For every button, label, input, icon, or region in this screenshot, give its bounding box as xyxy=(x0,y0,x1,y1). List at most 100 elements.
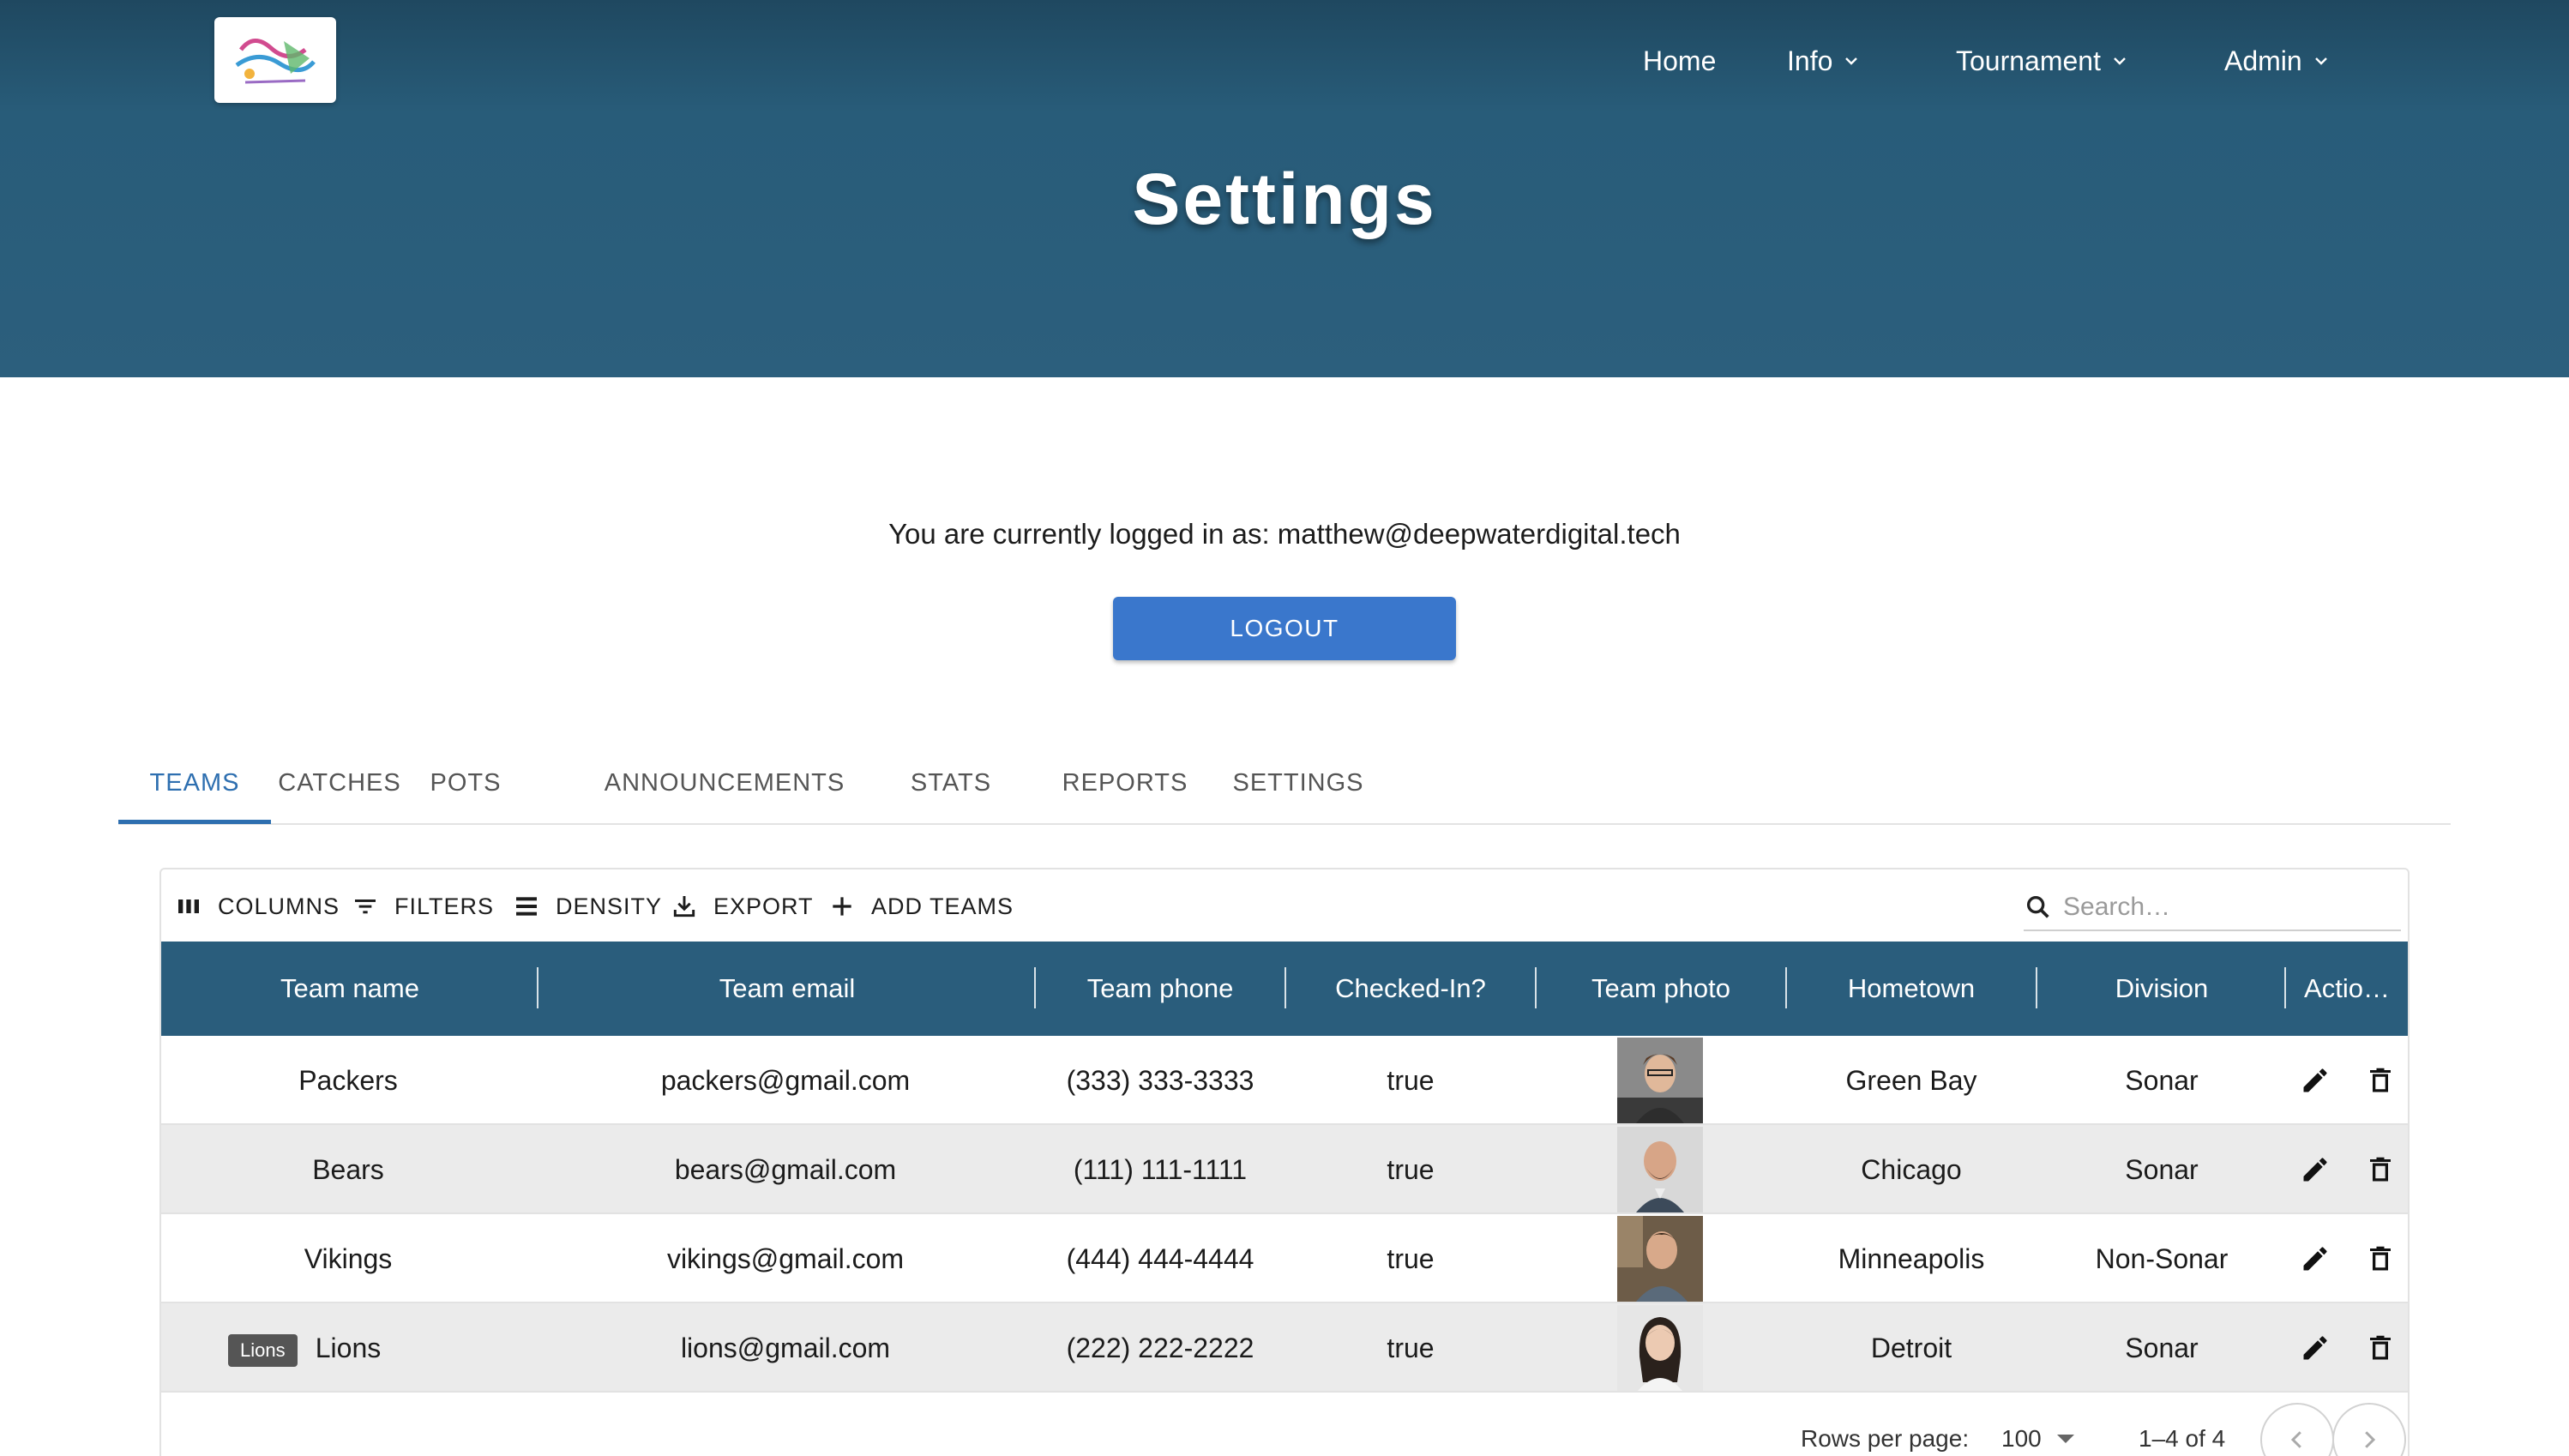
delete-button[interactable] xyxy=(2365,1333,2396,1363)
chevron-down-icon xyxy=(1845,57,1858,65)
filters-label: FILTERS xyxy=(394,893,495,919)
tab-reports[interactable]: REPORTS xyxy=(1053,755,1197,825)
columns-icon xyxy=(178,899,199,913)
add-teams-button[interactable]: ADD TEAMS xyxy=(828,892,1014,921)
column-header-team-email[interactable]: Team email xyxy=(538,942,1036,1036)
cell-checked-in: true xyxy=(1387,1333,1435,1363)
active-tab-indicator xyxy=(118,820,271,824)
tab-announcements[interactable]: ANNOUNCEMENTS xyxy=(600,755,849,825)
cell-team-name: Vikings xyxy=(304,1243,393,1274)
pencil-icon xyxy=(2303,1158,2327,1182)
column-header-checked-in[interactable]: Checked-In? xyxy=(1286,942,1535,1036)
cell-division: Sonar xyxy=(2125,1333,2199,1363)
rows-per-page-label: Rows per page: xyxy=(1801,1425,1970,1452)
export-label: EXPORT xyxy=(713,893,814,919)
logged-in-message: You are currently logged in as: matthew@… xyxy=(888,518,1681,550)
tab-pots[interactable]: POTS xyxy=(408,755,523,825)
columns-label: COLUMNS xyxy=(218,893,340,919)
logo-image xyxy=(224,24,327,96)
nav-admin-label: Admin xyxy=(2224,45,2302,76)
columns-button[interactable]: COLUMNS xyxy=(175,892,340,921)
team-photo xyxy=(1617,1216,1703,1302)
pagination-range: 1–4 of 4 xyxy=(2139,1425,2226,1452)
cell-hometown: Minneapolis xyxy=(1838,1243,1985,1274)
nav-tournament-label: Tournament xyxy=(1956,45,2101,76)
rows-per-page-select[interactable]: 100 xyxy=(2001,1425,2074,1453)
nav-tournament-menu[interactable]: Tournament xyxy=(1956,41,2128,81)
next-page-button[interactable] xyxy=(2332,1403,2406,1456)
cell-team-phone: (222) 222-2222 xyxy=(1066,1333,1254,1363)
teams-data-grid: COLUMNS FILTERS DENSITY EXPORT ADD TEAMS… xyxy=(159,868,2410,1456)
cell-team-email: bears@gmail.com xyxy=(674,1154,897,1185)
nav-info-label: Info xyxy=(1787,45,1833,76)
tab-catches[interactable]: CATCHES xyxy=(271,755,408,825)
chevron-left-icon xyxy=(2290,1431,2301,1448)
pencil-icon xyxy=(2303,1247,2327,1271)
nav-info-menu[interactable]: Info xyxy=(1787,41,1860,81)
edit-button[interactable] xyxy=(2300,1333,2331,1363)
delete-button[interactable] xyxy=(2365,1243,2396,1274)
chevron-down-icon xyxy=(2114,57,2126,65)
cell-team-name: Lions xyxy=(315,1333,382,1363)
column-header-division[interactable]: Division xyxy=(2037,942,2286,1036)
cell-team-phone: (444) 444-4444 xyxy=(1066,1243,1254,1274)
chevron-down-icon xyxy=(2314,57,2327,65)
search-input[interactable] xyxy=(2063,893,2372,922)
cell-checked-in: true xyxy=(1387,1243,1435,1274)
grid-footer: Rows per page: 100 1–4 of 4 xyxy=(0,1391,2569,1456)
cell-hometown: Detroit xyxy=(1870,1333,1952,1363)
cell-checked-in: true xyxy=(1387,1154,1435,1185)
tab-stats[interactable]: STATS xyxy=(888,755,1014,825)
cell-team-email: vikings@gmail.com xyxy=(666,1243,905,1274)
add-teams-label: ADD TEAMS xyxy=(871,893,1014,919)
trash-icon xyxy=(2370,1246,2391,1271)
grid-toolbar: COLUMNS FILTERS DENSITY EXPORT ADD TEAMS xyxy=(161,869,2408,942)
column-header-team-phone[interactable]: Team phone xyxy=(1036,942,1284,1036)
cell-team-email: packers@gmail.com xyxy=(660,1065,911,1096)
nav-home-label: Home xyxy=(1643,45,1717,76)
logout-button[interactable]: LOGOUT xyxy=(1113,597,1456,660)
table-header: Team name Team email Team phone Checked-… xyxy=(161,942,2408,1036)
nav-home[interactable]: Home xyxy=(1643,41,1716,81)
tab-settings[interactable]: SETTINGS xyxy=(1221,755,1375,825)
column-header-actions[interactable]: Actio… xyxy=(2286,942,2408,1036)
export-button[interactable]: EXPORT xyxy=(671,892,814,921)
rows-per-page-value: 100 xyxy=(2001,1425,2042,1452)
page-title: Settings xyxy=(1132,159,1437,239)
column-header-hometown[interactable]: Hometown xyxy=(1787,942,2036,1036)
cell-hometown: Chicago xyxy=(1861,1154,1962,1185)
trash-icon xyxy=(2370,1335,2391,1360)
pencil-icon xyxy=(2303,1068,2327,1092)
chevron-right-icon xyxy=(2365,1431,2376,1448)
site-logo[interactable] xyxy=(214,17,336,103)
edit-button[interactable] xyxy=(2300,1065,2331,1096)
team-photo xyxy=(1617,1038,1703,1123)
header-banner: Home Info Tournament Admin Settings xyxy=(0,0,2569,377)
nav-admin-menu[interactable]: Admin xyxy=(2224,41,2330,81)
cell-division: Sonar xyxy=(2125,1065,2199,1096)
table-row[interactable]: Vikings vikings@gmail.com (444) 444-4444… xyxy=(161,1214,2408,1303)
edit-button[interactable] xyxy=(2300,1154,2331,1185)
download-icon xyxy=(673,896,695,918)
pencil-icon xyxy=(2303,1336,2327,1360)
column-header-team-name[interactable]: Team name xyxy=(161,942,538,1036)
team-photo xyxy=(1617,1305,1703,1391)
cell-division: Non-Sonar xyxy=(2095,1243,2229,1274)
density-button[interactable]: DENSITY xyxy=(513,892,662,921)
filter-icon xyxy=(355,899,376,914)
cell-tooltip: Lions xyxy=(228,1334,298,1367)
filters-button[interactable]: FILTERS xyxy=(352,892,494,921)
edit-button[interactable] xyxy=(2300,1243,2331,1274)
delete-button[interactable] xyxy=(2365,1154,2396,1185)
table-row[interactable]: Lions Lions lions@gmail.com (222) 222-22… xyxy=(161,1303,2408,1393)
delete-button[interactable] xyxy=(2365,1065,2396,1096)
admin-tabs: TEAMS CATCHES POTS ANNOUNCEMENTS STATS R… xyxy=(118,755,2451,825)
search-box xyxy=(2024,885,2401,931)
cell-team-name: Bears xyxy=(312,1154,384,1185)
search-icon xyxy=(2026,895,2049,918)
tab-teams[interactable]: TEAMS xyxy=(118,755,271,825)
table-row[interactable]: Packers packers@gmail.com (333) 333-3333… xyxy=(161,1036,2408,1125)
previous-page-button[interactable] xyxy=(2260,1403,2334,1456)
column-header-team-photo[interactable]: Team photo xyxy=(1537,942,1785,1036)
table-row[interactable]: Bears bears@gmail.com (111) 111-1111 tru… xyxy=(161,1125,2408,1214)
